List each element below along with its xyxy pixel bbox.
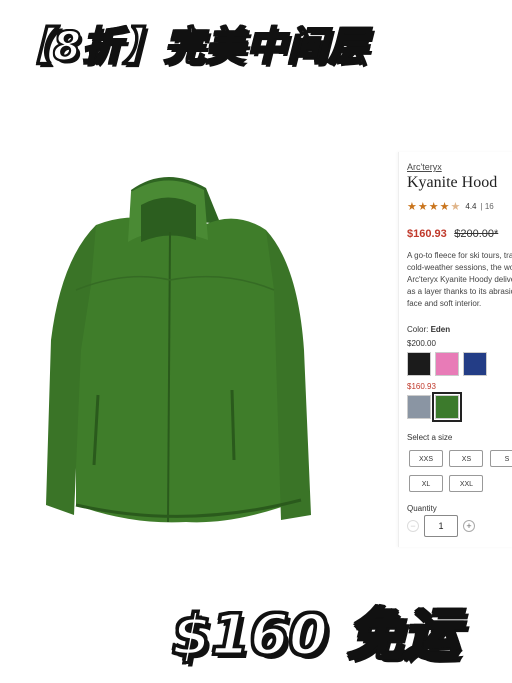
rating-count: | 16 [480, 202, 494, 211]
sale-price: $160.93 [407, 228, 447, 240]
star-icon: ★ [428, 201, 439, 213]
swatch-price-2: $160.93 [407, 382, 436, 391]
swatch-black[interactable] [407, 352, 431, 376]
swatch-group-2 [407, 392, 462, 422]
rating-row[interactable]: ★ ★ ★ ★ ★ 4.4 | 16 [407, 200, 494, 213]
headline-text: 【8折】完美中间层 [11, 23, 369, 71]
size-button-s[interactable]: S [489, 450, 512, 467]
color-value: Eden [430, 325, 451, 334]
size-button-xl[interactable]: XL [409, 475, 443, 492]
size-button-xxl[interactable]: XXL [449, 475, 484, 492]
jacket-illustration [46, 176, 311, 523]
original-price: $200.00* [454, 228, 499, 240]
color-label: Color: Eden [407, 325, 450, 334]
minus-icon[interactable]: − [407, 520, 419, 532]
product-description: A go-to fleece for ski tours, trail runs… [407, 251, 512, 308]
color-label-text: Color: [407, 325, 429, 334]
size-label: Select a size [407, 433, 453, 442]
product-image [36, 170, 336, 540]
size-button-xs[interactable]: XS [449, 450, 484, 467]
quantity-input[interactable]: 1 [424, 515, 458, 537]
product-title: Kyanite Hood [407, 174, 498, 191]
size-button-xxs[interactable]: XXS [409, 450, 443, 467]
size-options: XXS XS S XL XXL [409, 448, 512, 498]
price-banner-text: $160 免运 [170, 602, 460, 670]
swatch-navy[interactable] [463, 352, 487, 376]
star-half-icon: ★ [450, 201, 461, 213]
swatch-grey[interactable] [407, 395, 431, 419]
price-row: $160.93 $200.00* [407, 224, 498, 242]
plus-icon[interactable]: + [463, 520, 475, 532]
swatch-eden-green[interactable] [432, 392, 462, 422]
product-detail-panel: Arc'teryx Kyanite Hood ★ ★ ★ ★ ★ 4.4 | 1… [398, 152, 512, 547]
swatch-group-1 [407, 352, 487, 376]
star-icon: ★ [417, 201, 428, 213]
quantity-label: Quantity [407, 504, 437, 513]
brand-link[interactable]: Arc'teryx [407, 162, 442, 172]
star-icon: ★ [407, 201, 417, 213]
rating-value: 4.4 [465, 202, 477, 211]
swatch-pink[interactable] [435, 352, 459, 376]
swatch-price-1: $200.00 [407, 339, 436, 348]
star-icon: ★ [439, 201, 450, 213]
quantity-stepper: − 1 + [407, 515, 475, 537]
rating-count-number: 16 [484, 202, 494, 211]
